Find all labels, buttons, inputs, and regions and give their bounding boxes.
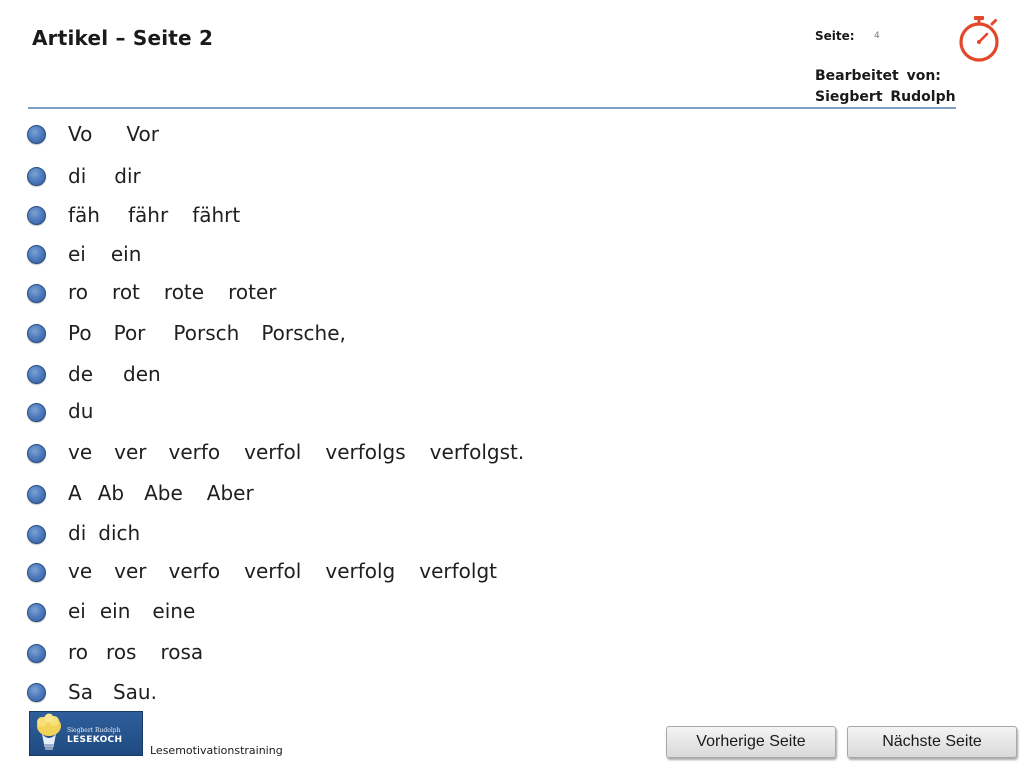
syllable-word: ro <box>68 280 89 304</box>
play-audio-button[interactable] <box>27 644 46 663</box>
play-audio-button[interactable] <box>27 167 46 186</box>
syllable-word: ver <box>114 559 147 583</box>
syllable-words: fäh fähr fährt <box>68 203 240 227</box>
syllable-word: fähr <box>127 203 169 227</box>
play-audio-button[interactable] <box>27 603 46 622</box>
syllable-word: dir <box>114 164 141 188</box>
syllable-words: ve ver verfo verfol verfolg verfolgt <box>68 559 497 583</box>
syllable-word: Sa <box>68 680 93 704</box>
syllable-word: ve <box>68 440 93 464</box>
syllable-word: ro <box>68 640 89 664</box>
play-audio-button[interactable] <box>27 284 46 303</box>
syllable-word: Sau. <box>112 680 157 704</box>
syllable-word: verfol <box>244 440 302 464</box>
syllable-word: Vo <box>68 122 93 146</box>
syllable-word: rote <box>163 280 205 304</box>
play-audio-button[interactable] <box>27 485 46 504</box>
syllable-word: ros <box>106 640 137 664</box>
syllable-word: ve <box>68 559 93 583</box>
syllable-words: di dich <box>68 521 140 545</box>
syllable-word: A <box>68 481 82 505</box>
syllable-word: fäh <box>68 203 100 227</box>
syllable-words: A Ab Abe Aber <box>68 481 254 505</box>
play-audio-button[interactable] <box>27 125 46 144</box>
editor-info: Bearbeitet von: Siegbert Rudolph <box>815 66 956 108</box>
play-audio-button[interactable] <box>27 683 46 702</box>
syllable-word: verfo <box>168 440 221 464</box>
syllable-word: Porsche, <box>261 321 346 345</box>
play-audio-button[interactable] <box>27 444 46 463</box>
syllable-words: ei ein eine <box>68 599 195 623</box>
syllable-word: rot <box>112 280 140 304</box>
syllable-word: fährt <box>192 203 241 227</box>
syllable-word: verfolgst. <box>429 440 525 464</box>
play-audio-button[interactable] <box>27 206 46 225</box>
syllable-word: ein <box>99 599 131 623</box>
syllable-words: Sa Sau. <box>68 680 157 704</box>
page-title: Artikel – Seite 2 <box>32 26 214 50</box>
syllable-word: eine <box>152 599 196 623</box>
syllable-word: rosa <box>160 640 204 664</box>
syllable-word: verfolgt <box>419 559 497 583</box>
syllable-word: Po <box>68 321 92 345</box>
training-label: Lesemotivationstraining <box>150 744 283 757</box>
syllable-word: Aber <box>206 481 254 505</box>
syllable-word: du <box>68 399 94 423</box>
play-audio-button[interactable] <box>27 403 46 422</box>
syllable-word: verfolgs <box>325 440 406 464</box>
syllable-words: ve ver verfo verfol verfolgs verfolgst. <box>68 440 524 464</box>
leseKoch-logo: Siegbert Rudolph LESEKOCH <box>29 711 143 756</box>
syllable-word: Abe <box>144 481 183 505</box>
syllable-words: di dir <box>68 164 141 188</box>
author-name: Siegbert Rudolph <box>815 89 956 105</box>
play-audio-button[interactable] <box>27 365 46 384</box>
logo-author: Siegbert Rudolph <box>67 727 121 734</box>
syllable-word: verfolg <box>325 559 396 583</box>
lightbulb-icon <box>37 713 61 750</box>
syllable-words: Vo Vor <box>68 122 159 146</box>
syllable-word: Vor <box>126 122 159 146</box>
play-audio-button[interactable] <box>27 563 46 582</box>
syllable-word: ein <box>110 242 142 266</box>
syllable-words: Po Por Porsch Porsche, <box>68 321 346 345</box>
syllable-words: ro ros rosa <box>68 640 203 664</box>
edited-by-label: Bearbeitet von: <box>815 68 941 84</box>
syllable-word: roter <box>228 280 277 304</box>
syllable-word: di <box>68 521 87 545</box>
header-divider <box>28 107 956 109</box>
page-number-label: Seite: <box>815 29 855 43</box>
play-audio-button[interactable] <box>27 525 46 544</box>
syllable-word: ei <box>68 242 86 266</box>
next-page-button[interactable]: Nächste Seite <box>847 726 1017 758</box>
syllable-word: den <box>123 362 161 386</box>
logo-brand: LESEKOCH <box>67 735 123 745</box>
stopwatch-icon[interactable] <box>956 15 1002 65</box>
page-number-value: 4 <box>874 31 880 41</box>
syllable-word: verfol <box>244 559 302 583</box>
syllable-word: verfo <box>168 559 221 583</box>
syllable-words: ro rot rote roter <box>68 280 276 304</box>
syllable-word: ver <box>114 440 147 464</box>
syllable-word: Porsch <box>173 321 240 345</box>
syllable-word: ei <box>68 599 86 623</box>
syllable-word: de <box>68 362 93 386</box>
syllable-word: Por <box>113 321 146 345</box>
syllable-words: du <box>68 399 93 423</box>
previous-page-button[interactable]: Vorherige Seite <box>666 726 836 758</box>
play-audio-button[interactable] <box>27 324 46 343</box>
syllable-word: di <box>68 164 87 188</box>
syllable-word: Ab <box>97 481 125 505</box>
syllable-words: ei ein <box>68 242 141 266</box>
syllable-word: dich <box>98 521 141 545</box>
play-audio-button[interactable] <box>27 245 46 264</box>
syllable-words: de den <box>68 362 161 386</box>
